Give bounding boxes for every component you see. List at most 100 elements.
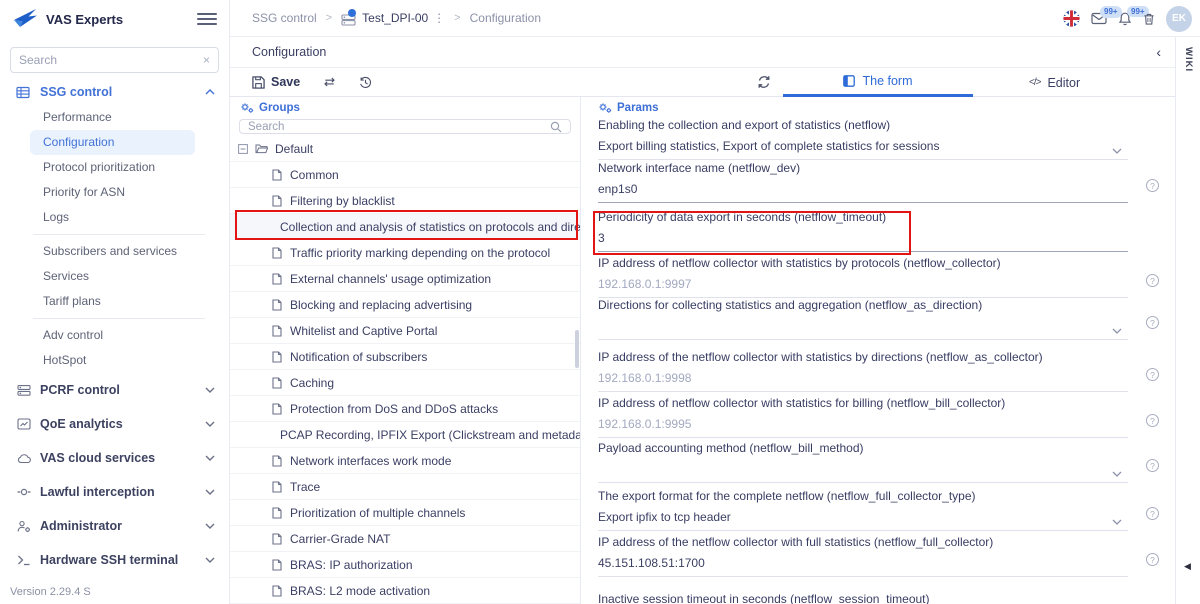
groups-scrollbar-thumb[interactable]: [575, 330, 579, 368]
param-label: Inactive session timeout in seconds (net…: [598, 592, 930, 604]
sidebar-item-ssg-control[interactable]: SSG control: [0, 79, 229, 105]
group-item[interactable]: Carrier-Grade NAT: [230, 526, 580, 552]
group-item[interactable]: Prioritization of multiple channels: [230, 500, 580, 526]
repeat-icon[interactable]: [322, 76, 337, 88]
groups-search-input[interactable]: [248, 121, 550, 133]
param-input[interactable]: Export billing statistics, Export of com…: [598, 139, 1128, 155]
sidebar-item-protocol-prioritization[interactable]: Protocol prioritization: [30, 155, 195, 180]
breadcrumb-root[interactable]: SSG control: [252, 11, 317, 25]
chevron-down-icon: [205, 455, 215, 461]
param-field: The export format for the complete netfl…: [581, 483, 1175, 531]
group-item[interactable]: Whitelist and Captive Portal: [230, 318, 580, 344]
gears-icon: [240, 102, 254, 114]
param-input[interactable]: 3: [598, 231, 1128, 247]
help-icon[interactable]: ?: [1146, 414, 1159, 427]
sidebar-item-subscribers-and-services[interactable]: Subscribers and services: [30, 239, 195, 264]
device-icon: [341, 13, 356, 27]
tab-editor[interactable]: </> Editor: [1029, 68, 1080, 97]
param-value: 192.168.0.1:9998: [598, 371, 691, 385]
messages-icon[interactable]: 99+: [1091, 12, 1107, 25]
group-item[interactable]: Traffic priority marking depending on th…: [230, 240, 580, 266]
param-label: Payload accounting method (netflow_bill_…: [598, 441, 864, 455]
group-item[interactable]: Blocking and replacing advertising: [230, 292, 580, 318]
group-item[interactable]: BRAS: L2 mode activation: [230, 578, 580, 604]
sidebar-item-services[interactable]: Services: [30, 264, 195, 289]
clear-icon[interactable]: ×: [203, 53, 210, 67]
language-flag-icon[interactable]: [1063, 10, 1080, 27]
sidebar-section-administrator[interactable]: Administrator: [0, 509, 229, 543]
sidebar-section-label: VAS cloud services: [40, 451, 205, 465]
param-input[interactable]: 192.168.0.1:9995: [598, 417, 1128, 433]
history-icon[interactable]: [359, 76, 372, 89]
sidebar-item-hotspot[interactable]: HotSpot: [30, 348, 195, 373]
collapse-panel-icon[interactable]: ‹: [1156, 44, 1161, 60]
chevron-down-icon[interactable]: [1112, 471, 1122, 477]
param-field: Payload accounting method (netflow_bill_…: [581, 438, 1175, 483]
sidebar-section-qoe-analytics[interactable]: QoE analytics: [0, 407, 229, 441]
param-input[interactable]: 45.151.108.51:1700: [598, 556, 1128, 572]
params-panel: Params Enabling the collection and expor…: [581, 97, 1175, 604]
help-icon[interactable]: ?: [1146, 179, 1159, 192]
group-item[interactable]: External channels' usage optimization: [230, 266, 580, 292]
sidebar-section-label: PCRF control: [40, 383, 205, 397]
user-avatar[interactable]: EK: [1166, 6, 1192, 32]
group-item[interactable]: Network interfaces work mode: [230, 448, 580, 474]
param-input[interactable]: 192.168.0.1:9997: [598, 277, 1128, 293]
sidebar-item-tariff-plans[interactable]: Tariff plans: [30, 289, 195, 314]
help-icon[interactable]: ?: [1146, 507, 1159, 520]
wiki-tab[interactable]: WIKI: [1183, 47, 1194, 72]
save-button[interactable]: Save: [252, 75, 300, 89]
document-icon: [272, 533, 282, 545]
param-input[interactable]: [598, 462, 1128, 478]
group-item[interactable]: BRAS: IP authorization: [230, 552, 580, 578]
param-input[interactable]: 192.168.0.1:9998: [598, 371, 1128, 387]
chevron-down-icon[interactable]: [1112, 148, 1122, 154]
param-value: 3: [598, 231, 605, 245]
chevron-down-icon[interactable]: [1112, 328, 1122, 334]
group-root-default[interactable]: Default: [230, 136, 580, 162]
group-item[interactable]: PCAP Recording, IPFIX Export (Clickstrea…: [230, 422, 580, 448]
menu-toggle-icon[interactable]: [197, 10, 217, 28]
sidebar-section-label: Lawful interception: [40, 485, 205, 499]
document-icon: [272, 195, 282, 207]
group-item[interactable]: Protection from DoS and DDoS attacks: [230, 396, 580, 422]
sidebar-item-performance[interactable]: Performance: [30, 105, 195, 130]
group-item[interactable]: Collection and analysis of statistics on…: [230, 214, 580, 240]
sidebar-section-vas-cloud-services[interactable]: VAS cloud services: [0, 441, 229, 475]
help-icon[interactable]: ?: [1146, 274, 1159, 287]
help-icon[interactable]: ?: [1146, 368, 1159, 381]
notifications-bell-icon[interactable]: 99+: [1118, 12, 1132, 26]
param-label: Network interface name (netflow_dev): [598, 161, 800, 175]
help-icon[interactable]: ?: [1146, 459, 1159, 472]
group-item[interactable]: Trace: [230, 474, 580, 500]
sidebar-search: ×: [10, 47, 219, 73]
param-input[interactable]: [598, 319, 1128, 335]
refresh-icon[interactable]: [757, 75, 771, 89]
sidebar-item-priority-for-asn[interactable]: Priority for ASN: [30, 180, 195, 205]
sidebar-section-lawful-interception[interactable]: Lawful interception: [0, 475, 229, 509]
sidebar-search-input[interactable]: [19, 53, 203, 67]
group-item[interactable]: Filtering by blacklist: [230, 188, 580, 214]
trash-icon[interactable]: [1143, 12, 1155, 26]
sidebar-section-pcrf-control[interactable]: PCRF control: [0, 373, 229, 407]
tab-the-form[interactable]: The form: [783, 68, 973, 97]
param-input[interactable]: Export ipfix to tcp header: [598, 510, 1128, 526]
group-item[interactable]: Caching: [230, 370, 580, 396]
rail-arrow-icon[interactable]: ◀: [1184, 561, 1191, 572]
help-icon[interactable]: ?: [1146, 553, 1159, 566]
sidebar-item-configuration[interactable]: Configuration: [30, 130, 195, 155]
sidebar-item-logs[interactable]: Logs: [30, 205, 195, 230]
param-input[interactable]: enp1s0: [598, 182, 1128, 198]
collapse-minus-icon[interactable]: [238, 144, 248, 154]
sidebar-item-adv-control[interactable]: Adv control: [30, 323, 195, 348]
group-item[interactable]: Notification of subscribers: [230, 344, 580, 370]
divider: [33, 234, 205, 235]
param-value: 192.168.0.1:9995: [598, 417, 691, 431]
breadcrumb-device[interactable]: Test_DPI-00: [362, 11, 428, 25]
kebab-menu-icon[interactable]: ⋮: [433, 11, 445, 25]
help-icon[interactable]: ?: [1146, 316, 1159, 329]
sidebar-section-hardware-ssh-terminal[interactable]: Hardware SSH terminal: [0, 543, 229, 577]
group-item[interactable]: Common: [230, 162, 580, 188]
breadcrumb-separator: >: [326, 12, 332, 24]
chevron-down-icon[interactable]: [1112, 519, 1122, 525]
